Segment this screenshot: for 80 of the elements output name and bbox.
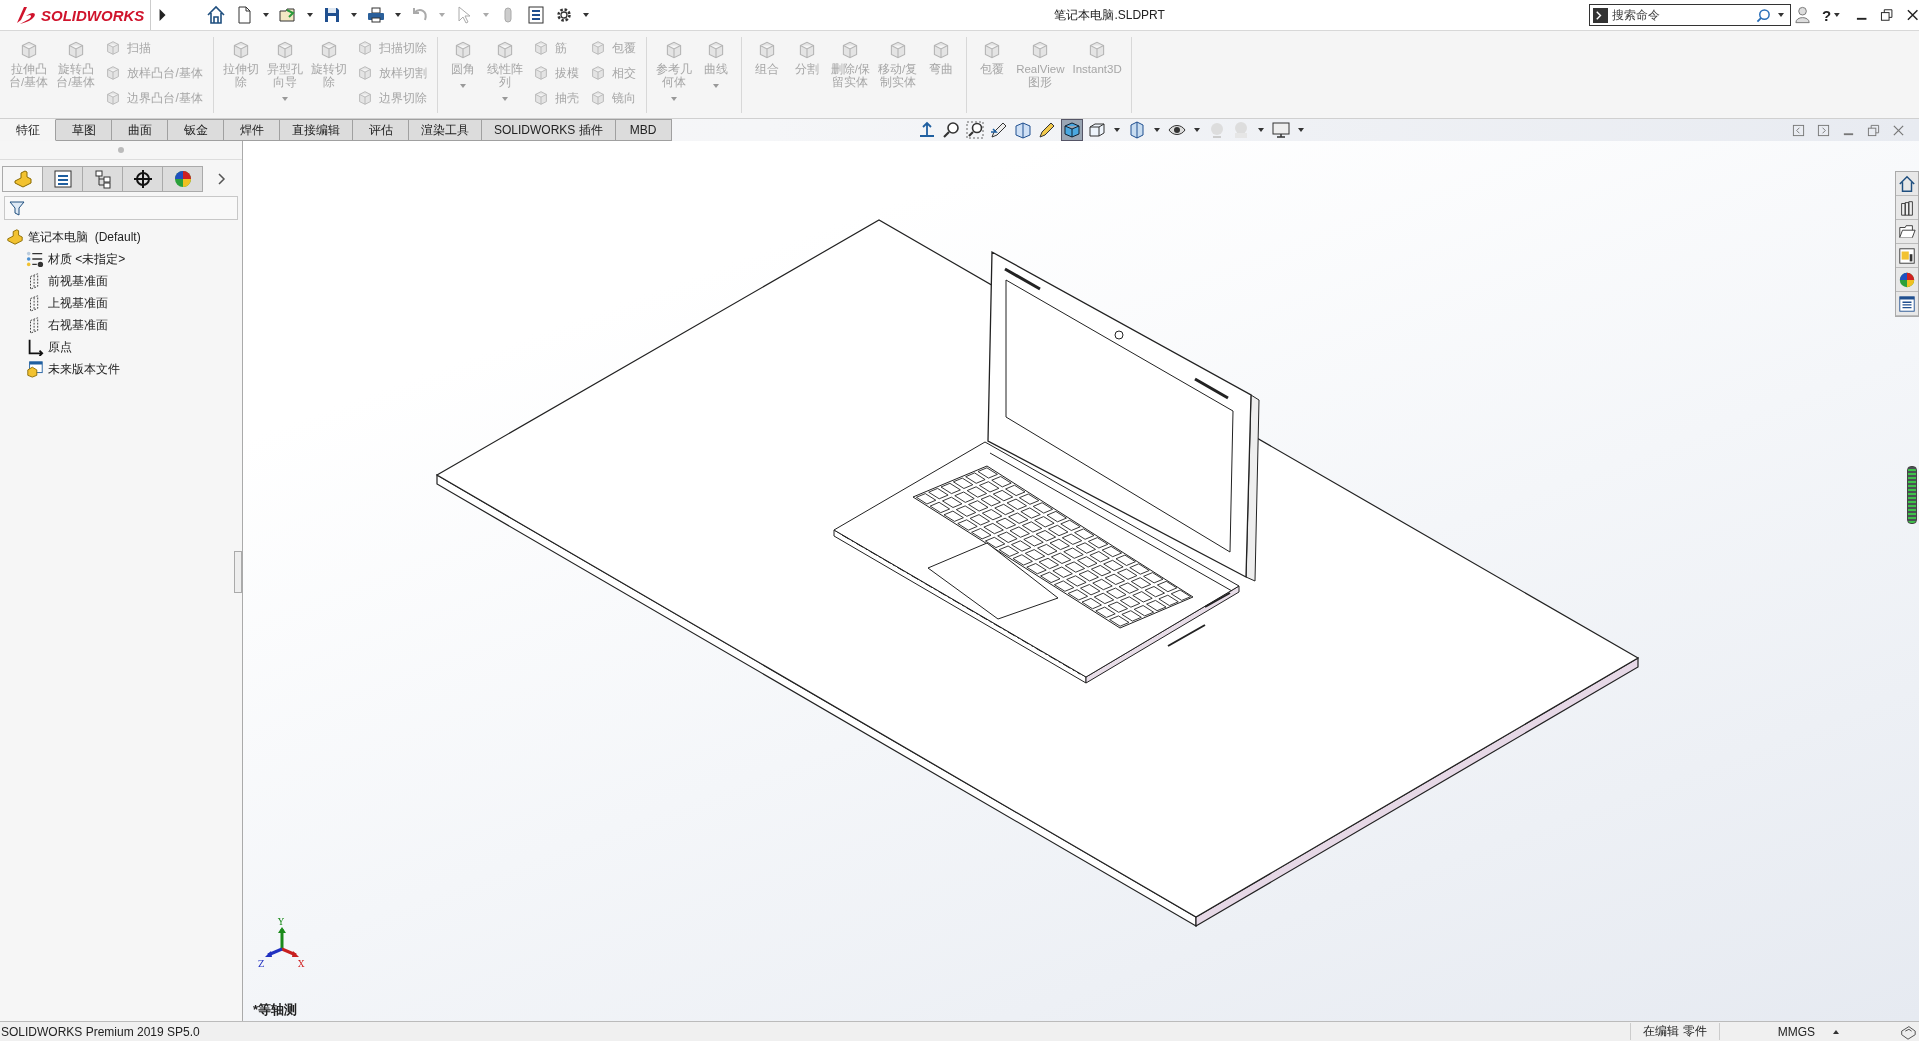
caret-icon[interactable]	[1113, 128, 1120, 132]
search-field[interactable]: 搜索命令	[1612, 8, 1752, 22]
splitter-handle[interactable]	[234, 551, 242, 593]
caret-icon[interactable]	[1257, 128, 1264, 132]
command-prompt-icon	[1593, 7, 1608, 23]
axis-label: X	[298, 959, 305, 969]
origin-icon	[26, 338, 44, 356]
product-version: SOLIDWORKS Premium 2019 SP5.0	[0, 1024, 200, 1039]
caret-icon[interactable]	[1153, 128, 1160, 132]
printer-icon[interactable]	[366, 5, 387, 25]
magnifier-icon[interactable]	[964, 120, 985, 140]
ribbon-tab[interactable]: 焊件	[224, 119, 280, 141]
caret-icon[interactable]	[1778, 13, 1784, 17]
caret-icon[interactable]	[307, 13, 314, 17]
chevron-right-icon[interactable]	[216, 172, 226, 186]
tree-item[interactable]: 材质 <未指定>	[48, 250, 126, 268]
gauge-bar[interactable]	[1907, 466, 1917, 524]
panel-tab[interactable]	[122, 166, 163, 192]
restore-icon[interactable]	[1880, 8, 1894, 22]
help-button[interactable]: ?	[1822, 6, 1832, 24]
section-cube-icon[interactable]	[1012, 120, 1033, 140]
axis-label: Z	[258, 959, 265, 969]
tree-structure-icon	[92, 169, 113, 189]
list-icon	[1898, 294, 1916, 313]
tree-item[interactable]: 笔记本电脑 (Default)	[28, 228, 141, 246]
ribbon-tab[interactable]: 草图	[56, 119, 112, 141]
ribbon-tab[interactable]: MBD	[615, 119, 672, 141]
tree-item[interactable]: 未来版本文件	[48, 360, 120, 378]
calendar-cube-icon	[26, 360, 44, 378]
ds-logo-icon	[14, 4, 38, 26]
part-icon	[12, 169, 33, 189]
tree-item[interactable]: 上视基准面	[48, 294, 108, 312]
app-logo: SOLIDWORKS	[41, 6, 145, 24]
caret-up-icon[interactable]	[1833, 1029, 1839, 1034]
previous-view-icon[interactable]	[1792, 123, 1805, 137]
monitor-icon[interactable]	[1270, 120, 1291, 140]
caret-icon[interactable]	[263, 13, 270, 17]
ribbon-tab[interactable]: 钣金	[168, 119, 224, 141]
panel-tab[interactable]	[42, 166, 83, 192]
filter-icon	[9, 200, 25, 216]
unit-system[interactable]: MMGS	[1777, 1024, 1815, 1039]
close-icon[interactable]	[1905, 8, 1919, 22]
shaded-cube-icon[interactable]	[1060, 119, 1083, 141]
search-icon[interactable]	[1756, 7, 1771, 23]
caret-icon[interactable]	[583, 13, 590, 17]
caret-icon[interactable]	[395, 13, 402, 17]
home-icon	[1898, 174, 1916, 193]
ribbon-tab[interactable]: 曲面	[112, 119, 168, 141]
material-icon	[26, 250, 44, 268]
list-icon[interactable]	[526, 5, 547, 25]
color-ball-icon	[172, 169, 193, 189]
color-ball-icon	[1898, 270, 1916, 289]
folder-icon	[1898, 222, 1916, 241]
ribbon-tab[interactable]: SOLIDWORKS 插件	[482, 119, 616, 141]
caret-icon[interactable]	[1193, 128, 1200, 132]
tree-item[interactable]: 前视基准面	[48, 272, 108, 290]
caret-icon[interactable]	[1297, 128, 1304, 132]
next-view-icon[interactable]	[1817, 123, 1830, 137]
search-bar[interactable]: 搜索命令	[1589, 4, 1791, 26]
pencil-icon[interactable]	[988, 120, 1009, 140]
edit-mode: 在编辑 零件	[1630, 1023, 1720, 1040]
grip-dot-icon[interactable]	[118, 147, 124, 153]
ribbon-tab[interactable]: 评估	[353, 119, 409, 141]
tree-item[interactable]: 原点	[48, 338, 72, 356]
window-title: 笔记本电脑.SLDPRT	[1054, 6, 1166, 24]
ribbon-tab[interactable]: 直接编辑	[280, 119, 353, 141]
view-name: *等轴测	[253, 1001, 298, 1019]
user-icon[interactable]	[1793, 5, 1813, 25]
caret-icon[interactable]	[1834, 13, 1840, 17]
layout-icon	[1898, 246, 1916, 265]
list-icon	[52, 169, 73, 189]
filter-field[interactable]	[4, 196, 238, 220]
ribbon-tab[interactable]: 渲染工具	[409, 119, 482, 141]
caret-icon[interactable]	[351, 13, 358, 17]
axis-label: Y	[278, 917, 284, 927]
books-icon	[1898, 198, 1916, 217]
tree-item[interactable]: 右视基准面	[48, 316, 108, 334]
part-icon	[6, 228, 24, 246]
home-icon[interactable]	[206, 5, 227, 25]
crosshair-icon	[132, 169, 153, 189]
